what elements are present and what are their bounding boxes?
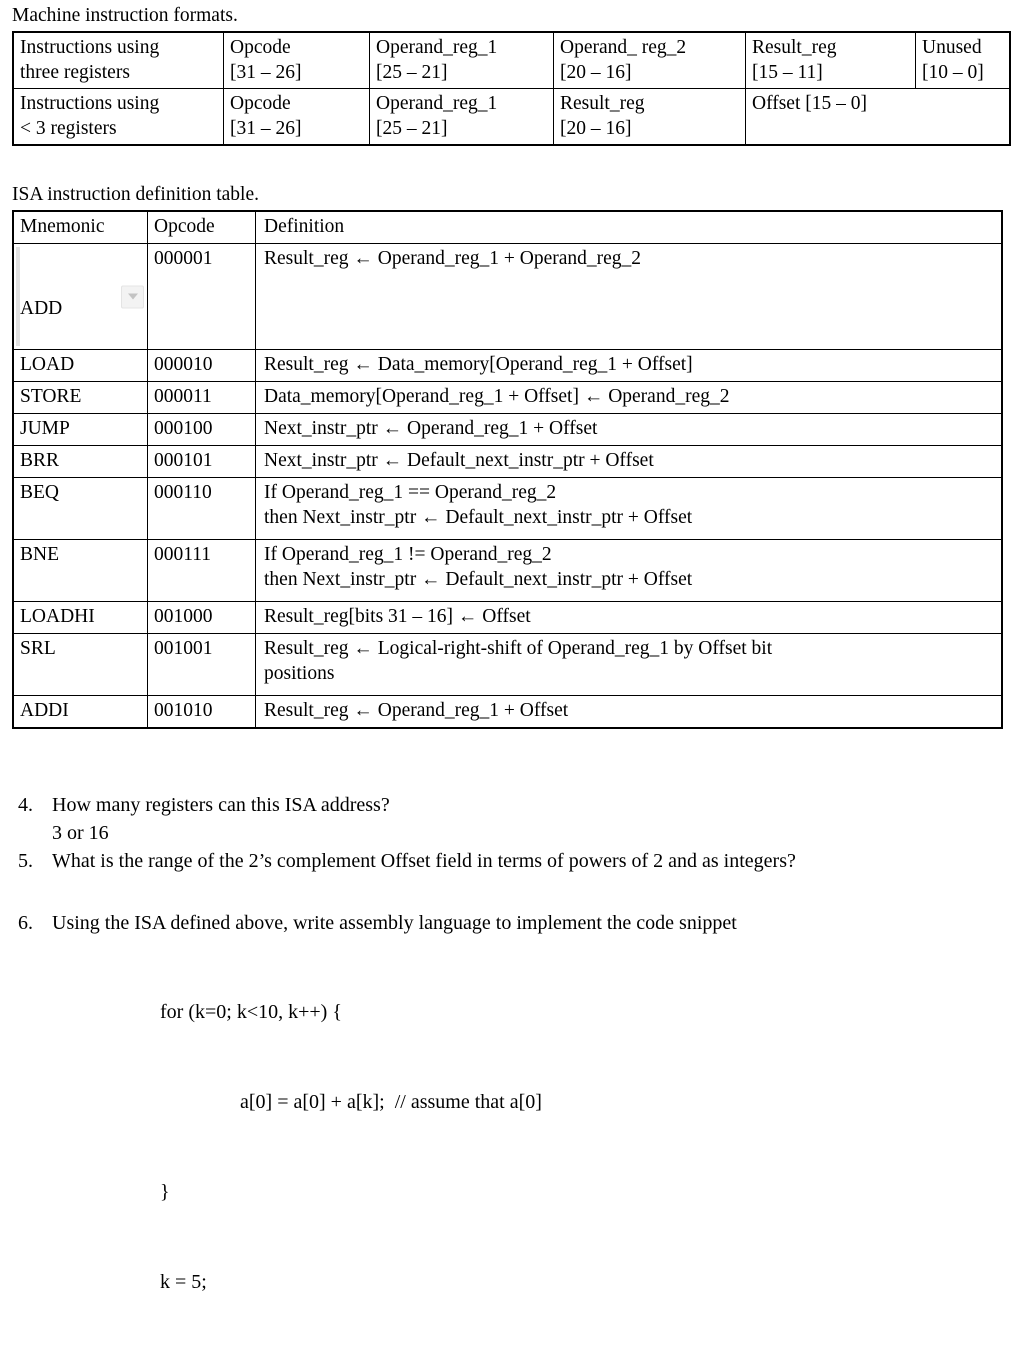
table-row: Instructions using < 3 registers Opcode … xyxy=(12,88,1011,146)
machine-formats-caption: Machine instruction formats. xyxy=(12,5,238,26)
question-text: What is the range of the 2’s complement … xyxy=(52,850,796,872)
format-field-operand-reg-1: Operand_reg_1 [25 – 21] xyxy=(369,31,554,89)
table-row: ADDI 001010 Result_reg ← Operand_reg_1 +… xyxy=(12,695,1003,729)
isa-definition-cell: Result_reg ← Data_memory[Operand_reg_1 +… xyxy=(255,349,1003,382)
machine-formats-table: Instructions using three registers Opcod… xyxy=(12,31,1011,146)
code-line-close-brace: } xyxy=(160,1181,170,1203)
table-row: BRR 000101 Next_instr_ptr ← Default_next… xyxy=(12,445,1003,478)
table-row: BEQ 000110 If Operand_reg_1 == Operand_r… xyxy=(12,477,1003,540)
question-number: 6. xyxy=(18,912,33,934)
isa-mnemonic-cell: LOAD xyxy=(12,349,148,382)
code-line-for: for (k=0; k<10, k++) { xyxy=(160,1001,342,1023)
isa-opcode-cell: 000100 xyxy=(147,413,256,446)
code-snippet: for (k=0; k<10, k++) { a[0] = a[0] + a[k… xyxy=(0,937,1024,1357)
isa-mnemonic-cell: BNE xyxy=(12,539,148,602)
isa-opcode-cell: 000001 xyxy=(147,243,256,350)
isa-definition-cell: If Operand_reg_1 == Operand_reg_2 then N… xyxy=(255,477,1003,540)
table-header-row: Mnemonic Opcode Definition xyxy=(12,210,1003,244)
table-row: SRL 001001 Result_reg ← Logical-right-sh… xyxy=(12,633,1003,696)
format-field-operand-reg-1: Operand_reg_1 [25 – 21] xyxy=(369,88,554,146)
question-item-4: 4. How many registers can this ISA addre… xyxy=(0,791,1024,819)
isa-opcode-cell: 000010 xyxy=(147,349,256,382)
isa-mnemonic-cell: JUMP xyxy=(12,413,148,446)
format-field-opcode: Opcode [31 – 26] xyxy=(223,88,370,146)
text-caret-indicator xyxy=(16,247,20,346)
question-number: 4. xyxy=(18,794,33,816)
document-page: Machine instruction formats. Instruction… xyxy=(0,0,1024,1293)
chevron-down-icon[interactable] xyxy=(121,285,144,308)
format-field-operand-reg-2: Operand_ reg_2 [20 – 16] xyxy=(553,31,746,89)
isa-mnemonic-cell: BEQ xyxy=(12,477,148,540)
code-line-body: a[0] = a[0] + a[k]; // assume that a[0] xyxy=(240,1091,542,1113)
isa-definition-cell: Data_memory[Operand_reg_1 + Offset] ← Op… xyxy=(255,381,1003,414)
isa-mnemonic-cell: BRR xyxy=(12,445,148,478)
isa-mnemonic-cell-add[interactable]: ADD xyxy=(12,243,148,350)
column-header-mnemonic: Mnemonic xyxy=(12,210,148,244)
isa-mnemonic-cell: SRL xyxy=(12,633,148,696)
isa-opcode-cell: 000111 xyxy=(147,539,256,602)
question-text: How many registers can this ISA address? xyxy=(52,794,390,816)
isa-definition-cell: Result_reg[bits 31 – 16] ← Offset xyxy=(255,601,1003,634)
isa-opcode-cell: 001001 xyxy=(147,633,256,696)
question-item-6: 6. Using the ISA defined above, write as… xyxy=(0,909,1024,937)
format-field-unused: Unused [10 – 0] xyxy=(915,31,1011,89)
isa-definition-cell: Result_reg ← Logical-right-shift of Oper… xyxy=(255,633,1003,696)
isa-definition-cell: If Operand_reg_1 != Operand_reg_2 then N… xyxy=(255,539,1003,602)
isa-definition-cell: Result_reg ← Operand_reg_1 + Operand_reg… xyxy=(255,243,1003,350)
table-row: ADD 000001 Result_reg ← Operand_reg_1 + … xyxy=(12,243,1003,350)
table-row: BNE 000111 If Operand_reg_1 != Operand_r… xyxy=(12,539,1003,602)
isa-mnemonic-label: ADD xyxy=(20,298,63,319)
question-4-answer: 3 or 16 xyxy=(52,822,109,844)
table-row: STORE 000011 Data_memory[Operand_reg_1 +… xyxy=(12,381,1003,414)
column-header-definition: Definition xyxy=(255,210,1003,244)
isa-opcode-cell: 000110 xyxy=(147,477,256,540)
column-header-opcode: Opcode xyxy=(147,210,256,244)
format-field-result-reg: Result_reg [20 – 16] xyxy=(553,88,746,146)
question-text: Using the ISA defined above, write assem… xyxy=(52,912,737,934)
isa-definition-cell: Next_instr_ptr ← Operand_reg_1 + Offset xyxy=(255,413,1003,446)
isa-mnemonic-cell: ADDI xyxy=(12,695,148,729)
isa-mnemonic-cell: LOADHI xyxy=(12,601,148,634)
questions-list: 4. How many registers can this ISA addre… xyxy=(0,791,1024,937)
format-field-offset: Offset [15 – 0] xyxy=(745,88,1011,146)
table-row: JUMP 000100 Next_instr_ptr ← Operand_reg… xyxy=(12,413,1003,446)
isa-definition-cell: Result_reg ← Operand_reg_1 + Offset xyxy=(255,695,1003,729)
isa-mnemonic-cell: STORE xyxy=(12,381,148,414)
format-field-opcode: Opcode [31 – 26] xyxy=(223,31,370,89)
isa-opcode-cell: 001010 xyxy=(147,695,256,729)
isa-definition-cell: Next_instr_ptr ← Default_next_instr_ptr … xyxy=(255,445,1003,478)
question-item-5: 5. What is the range of the 2’s compleme… xyxy=(0,847,1024,875)
isa-definition-table: Mnemonic Opcode Definition ADD 000001 Re… xyxy=(12,210,1003,729)
question-number: 5. xyxy=(18,850,33,872)
table-row: Instructions using three registers Opcod… xyxy=(12,31,1011,89)
isa-opcode-cell: 000101 xyxy=(147,445,256,478)
table-row: LOAD 000010 Result_reg ← Data_memory[Ope… xyxy=(12,349,1003,382)
format-field-result-reg: Result_reg [15 – 11] xyxy=(745,31,916,89)
isa-opcode-cell: 000011 xyxy=(147,381,256,414)
isa-opcode-cell: 001000 xyxy=(147,601,256,634)
table-row: LOADHI 001000 Result_reg[bits 31 – 16] ←… xyxy=(12,601,1003,634)
code-line-assign-k: k = 5; xyxy=(160,1271,207,1293)
format-row-label: Instructions using < 3 registers xyxy=(12,88,224,146)
format-row-label: Instructions using three registers xyxy=(12,31,224,89)
isa-table-caption: ISA instruction definition table. xyxy=(12,184,259,205)
